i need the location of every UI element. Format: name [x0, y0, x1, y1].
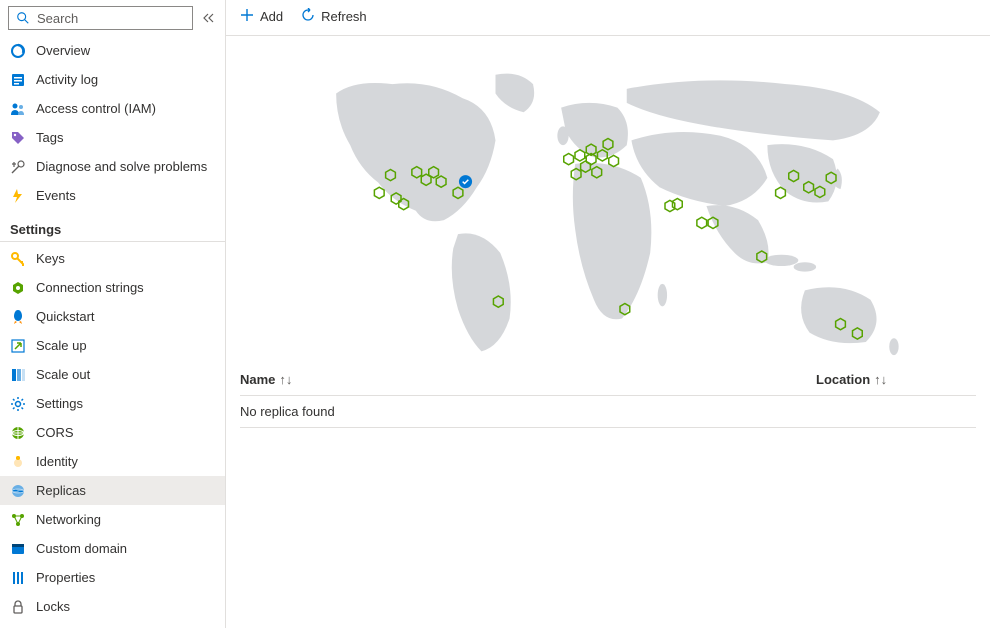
- refresh-icon: [301, 8, 315, 25]
- region-marker[interactable]: [609, 155, 619, 166]
- refresh-button[interactable]: Refresh: [301, 8, 367, 25]
- column-header-location[interactable]: Location↑↓: [816, 372, 976, 387]
- sidebar-item-settings[interactable]: Settings: [0, 389, 225, 418]
- events-icon: [10, 188, 26, 204]
- toolbar: Add Refresh: [226, 0, 990, 36]
- diagnose-icon: [10, 159, 26, 175]
- overview-icon: [10, 43, 26, 59]
- sidebar-item-tags[interactable]: Tags: [0, 123, 225, 152]
- sidebar-item-label: Networking: [36, 512, 101, 527]
- region-marker[interactable]: [665, 200, 675, 211]
- identity-icon: [10, 454, 26, 470]
- sidebar-item-label: CORS: [36, 425, 74, 440]
- sidebar-item-cors[interactable]: CORS: [0, 418, 225, 447]
- sidebar-item-events[interactable]: Events: [0, 181, 225, 210]
- sort-icon: ↑↓: [279, 372, 292, 387]
- sidebar-item-label: Access control (IAM): [36, 101, 156, 116]
- sidebar-item-networking[interactable]: Networking: [0, 505, 225, 534]
- region-marker[interactable]: [564, 154, 574, 165]
- sidebar-item-label: Activity log: [36, 72, 98, 87]
- cors-icon: [10, 425, 26, 441]
- sidebar: Overview Activity log Access control (IA…: [0, 0, 226, 628]
- column-header-name[interactable]: Name↑↓: [240, 372, 816, 387]
- add-button[interactable]: Add: [240, 8, 283, 25]
- add-label: Add: [260, 9, 283, 24]
- sidebar-item-properties[interactable]: Properties: [0, 563, 225, 592]
- sidebar-item-access-control[interactable]: Access control (IAM): [0, 94, 225, 123]
- sidebar-item-diagnose[interactable]: Diagnose and solve problems: [0, 152, 225, 181]
- sidebar-item-label: Scale out: [36, 367, 90, 382]
- properties-icon: [10, 570, 26, 586]
- sidebar-item-label: Identity: [36, 454, 78, 469]
- sidebar-item-scale-out[interactable]: Scale out: [0, 360, 225, 389]
- sidebar-item-quickstart[interactable]: Quickstart: [0, 302, 225, 331]
- sidebar-item-identity[interactable]: Identity: [0, 447, 225, 476]
- sidebar-item-label: Settings: [36, 396, 83, 411]
- replicas-table: Name↑↓ Location↑↓ No replica found: [226, 364, 990, 428]
- regions-map: [226, 36, 990, 364]
- sidebar-section-settings: Settings: [0, 212, 225, 242]
- locks-icon: [10, 599, 26, 615]
- sidebar-item-label: Diagnose and solve problems: [36, 159, 207, 174]
- sidebar-item-custom-domain[interactable]: Custom domain: [0, 534, 225, 563]
- sidebar-item-activity-log[interactable]: Activity log: [0, 65, 225, 94]
- sort-icon: ↑↓: [874, 372, 887, 387]
- search-input[interactable]: [37, 11, 186, 26]
- sidebar-item-connection-strings[interactable]: Connection strings: [0, 273, 225, 302]
- region-marker[interactable]: [776, 187, 786, 198]
- sidebar-item-label: Scale up: [36, 338, 87, 353]
- region-marker[interactable]: [697, 217, 707, 228]
- sidebar-item-label: Events: [36, 188, 76, 203]
- sidebar-item-replicas[interactable]: Replicas: [0, 476, 225, 505]
- empty-state-row: No replica found: [240, 396, 976, 428]
- region-marker[interactable]: [575, 150, 585, 161]
- sidebar-item-label: Overview: [36, 43, 90, 58]
- replicas-icon: [10, 483, 26, 499]
- sidebar-item-label: Quickstart: [36, 309, 95, 324]
- table-header: Name↑↓ Location↑↓: [240, 364, 976, 396]
- custom-domain-icon: [10, 541, 26, 557]
- plus-icon: [240, 8, 254, 25]
- connection-icon: [10, 280, 26, 296]
- sidebar-item-label: Tags: [36, 130, 63, 145]
- sidebar-item-keys[interactable]: Keys: [0, 244, 225, 273]
- region-marker[interactable]: [673, 199, 683, 210]
- sidebar-item-label: Properties: [36, 570, 95, 585]
- collapse-sidebar-button[interactable]: [199, 12, 219, 24]
- search-icon: [15, 10, 31, 26]
- networking-icon: [10, 512, 26, 528]
- sidebar-item-label: Keys: [36, 251, 65, 266]
- world-map-svg: [232, 56, 984, 356]
- quickstart-icon: [10, 309, 26, 325]
- sidebar-item-label: Custom domain: [36, 541, 127, 556]
- nav-scroll: Overview Activity log Access control (IA…: [0, 36, 225, 628]
- access-control-icon: [10, 101, 26, 117]
- sidebar-item-label: Locks: [36, 599, 70, 614]
- search-box[interactable]: [8, 6, 193, 30]
- main-panel: Add Refresh: [226, 0, 990, 628]
- sidebar-item-scale-up[interactable]: Scale up: [0, 331, 225, 360]
- sidebar-item-locks[interactable]: Locks: [0, 592, 225, 621]
- refresh-label: Refresh: [321, 9, 367, 24]
- settings-icon: [10, 396, 26, 412]
- sidebar-item-label: Replicas: [36, 483, 86, 498]
- sidebar-item-overview[interactable]: Overview: [0, 36, 225, 65]
- tags-icon: [10, 130, 26, 146]
- activity-log-icon: [10, 72, 26, 88]
- scale-up-icon: [10, 338, 26, 354]
- sidebar-item-label: Connection strings: [36, 280, 144, 295]
- region-marker[interactable]: [374, 187, 384, 198]
- scale-out-icon: [10, 367, 26, 383]
- keys-icon: [10, 251, 26, 267]
- search-row: [0, 0, 225, 36]
